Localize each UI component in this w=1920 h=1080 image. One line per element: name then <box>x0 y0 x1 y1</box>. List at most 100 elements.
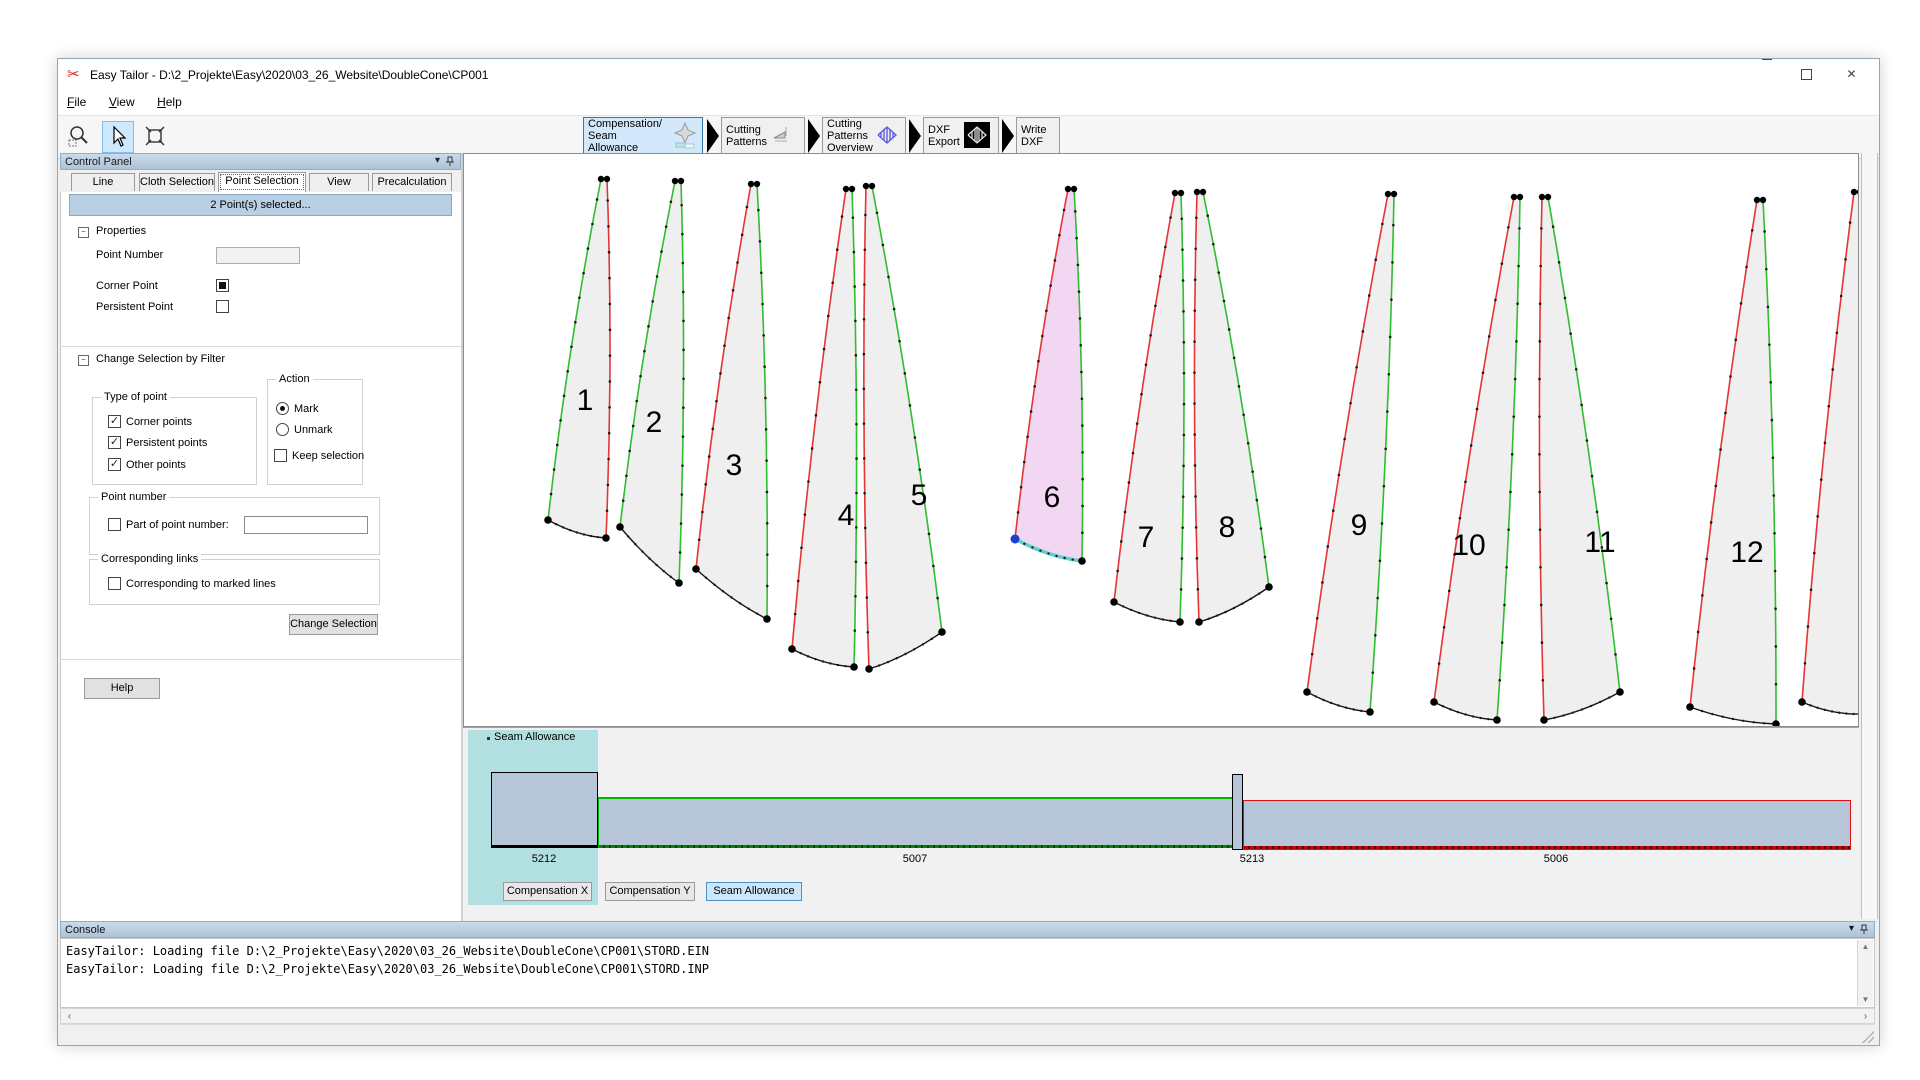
corner-point-dot[interactable] <box>748 181 754 187</box>
corner-point-dot[interactable] <box>692 565 700 573</box>
corner-point-dot[interactable] <box>1195 618 1203 626</box>
corner-point-dot[interactable] <box>1172 190 1178 196</box>
panel-pin-icon[interactable] <box>445 156 455 170</box>
pattern-piece[interactable]: 12 <box>1686 197 1780 726</box>
close-button[interactable]: ✕ <box>1829 59 1874 89</box>
corner-point-dot[interactable] <box>1754 197 1760 203</box>
workflow-compensation-seam-allowance-button[interactable]: Compensation/ Seam Allowance <box>583 117 703 155</box>
pattern-piece[interactable] <box>1798 189 1858 718</box>
corner-point-dot[interactable] <box>1539 194 1545 200</box>
selected-point-dot[interactable] <box>1011 535 1020 544</box>
collapse-properties-icon[interactable]: − <box>78 227 89 238</box>
pattern-piece[interactable]: 2 <box>616 178 685 587</box>
tab-line-selection[interactable]: Line Selection <box>71 173 135 191</box>
pattern-piece[interactable]: 1 <box>544 176 611 542</box>
corner-point-dot[interactable] <box>598 176 604 182</box>
corner-point-dot[interactable] <box>1078 557 1086 565</box>
corner-point-dot[interactable] <box>604 176 610 182</box>
corner-point-dot[interactable] <box>1194 189 1200 195</box>
collapse-filter-icon[interactable]: − <box>78 355 89 366</box>
part-of-point-number-checkbox[interactable] <box>108 518 121 531</box>
maximize-button[interactable] <box>1784 59 1829 89</box>
seam-bar-5212[interactable] <box>491 772 598 848</box>
tab-precalculation[interactable]: Precalculation <box>372 173 452 191</box>
minimize-button[interactable] <box>1739 59 1784 89</box>
tab-seam-allowance[interactable]: Seam Allowance <box>706 882 802 901</box>
pattern-canvas[interactable]: 123456789101112 <box>463 153 1859 727</box>
pattern-piece[interactable]: 3 <box>692 181 771 623</box>
console-vertical-scrollbar[interactable]: ▲▼ <box>1857 940 1873 1006</box>
corner-point-dot[interactable] <box>1110 598 1118 606</box>
resize-grip[interactable] <box>1862 1031 1874 1043</box>
persistent-points-checkbox[interactable]: ✓ <box>108 436 121 449</box>
corner-point-dot[interactable] <box>869 183 875 189</box>
tab-compensation-x[interactable]: Compensation X <box>503 882 592 901</box>
corner-point-dot[interactable] <box>1385 191 1391 197</box>
workflow-cutting-patterns-button[interactable]: Cutting Patterns <box>721 117 805 155</box>
corner-point-dot[interactable] <box>863 183 869 189</box>
part-of-point-number-input[interactable] <box>244 516 368 534</box>
corner-point-dot[interactable] <box>1798 698 1806 706</box>
scroll-right-icon[interactable]: › <box>1858 1010 1873 1023</box>
corner-point-dot[interactable] <box>1391 191 1397 197</box>
corner-points-checkbox[interactable]: ✓ <box>108 415 121 428</box>
corner-point-dot[interactable] <box>678 178 684 184</box>
tab-cloth-selection[interactable]: Cloth Selection <box>139 173 215 191</box>
pattern-piece[interactable]: 4 <box>788 186 858 671</box>
corner-point-dot[interactable] <box>1065 186 1071 192</box>
point-number-field[interactable] <box>216 247 300 264</box>
pattern-piece[interactable]: 11 <box>1538 194 1624 724</box>
change-selection-button[interactable]: Change Selection <box>289 614 378 635</box>
select-tool-button[interactable] <box>102 121 134 153</box>
tab-view-options[interactable]: View Options <box>309 173 369 191</box>
corner-point-dot[interactable] <box>849 186 855 192</box>
corner-point-dot[interactable] <box>763 615 771 623</box>
corner-point-dot[interactable] <box>843 186 849 192</box>
console-dropdown-icon[interactable]: ▾ <box>1849 923 1854 934</box>
pattern-piece[interactable]: 6 <box>1011 186 1086 565</box>
corner-point-dot[interactable] <box>602 534 610 542</box>
tab-point-selection[interactable]: Point Selection <box>218 172 306 192</box>
corner-point-dot[interactable] <box>675 579 683 587</box>
zoom-tool-button[interactable] <box>64 121 94 151</box>
pattern-piece[interactable]: 7 <box>1110 190 1185 626</box>
console-horizontal-scrollbar[interactable]: ‹ › <box>60 1008 1875 1024</box>
corner-point-dot[interactable] <box>1760 197 1766 203</box>
corner-point-dot[interactable] <box>1517 194 1523 200</box>
menu-help[interactable]: Help <box>148 91 191 113</box>
corner-point-dot[interactable] <box>616 523 624 531</box>
pattern-piece[interactable]: 5 <box>863 183 946 673</box>
workflow-write-dxf-button[interactable]: Write DXF <box>1016 117 1060 155</box>
corner-point-dot[interactable] <box>850 663 858 671</box>
corner-point-dot[interactable] <box>672 178 678 184</box>
zoom-extents-tool-button[interactable] <box>140 121 170 151</box>
corner-point-dot[interactable] <box>1493 716 1501 724</box>
console-pin-icon[interactable] <box>1859 924 1869 938</box>
console-body[interactable]: EasyTailor: Loading file D:\2_Projekte\E… <box>60 938 1875 1008</box>
corner-point-dot[interactable] <box>788 645 796 653</box>
corner-point-dot[interactable] <box>1616 688 1624 696</box>
tab-compensation-y[interactable]: Compensation Y <box>605 882 695 901</box>
corner-point-dot[interactable] <box>1686 703 1694 711</box>
keep-selection-checkbox[interactable] <box>274 449 287 462</box>
corresponding-to-marked-lines-checkbox[interactable] <box>108 577 121 590</box>
corner-point-dot[interactable] <box>938 628 946 636</box>
corner-point-dot[interactable] <box>1545 194 1551 200</box>
corner-point-dot[interactable] <box>1540 716 1548 724</box>
corner-point-checkbox[interactable] <box>216 279 229 292</box>
corner-point-dot[interactable] <box>865 665 873 673</box>
pattern-piece[interactable]: 10 <box>1430 194 1523 724</box>
scroll-down-icon[interactable]: ▼ <box>1858 995 1873 1004</box>
seam-bar-5006[interactable] <box>1243 800 1851 850</box>
menu-view[interactable]: View <box>100 91 144 113</box>
corner-point-dot[interactable] <box>1303 688 1311 696</box>
corner-point-dot[interactable] <box>1200 189 1206 195</box>
corner-point-dot[interactable] <box>1071 186 1077 192</box>
pattern-piece[interactable]: 9 <box>1303 191 1397 716</box>
seam-bar-5213[interactable] <box>1232 774 1243 850</box>
persistent-point-checkbox[interactable] <box>216 300 229 313</box>
seam-bar-5007[interactable] <box>598 797 1232 848</box>
workflow-cutting-patterns-overview-button[interactable]: Cutting Patterns Overview <box>822 117 906 155</box>
corner-point-dot[interactable] <box>1265 583 1273 591</box>
pattern-piece[interactable]: 8 <box>1193 189 1273 626</box>
